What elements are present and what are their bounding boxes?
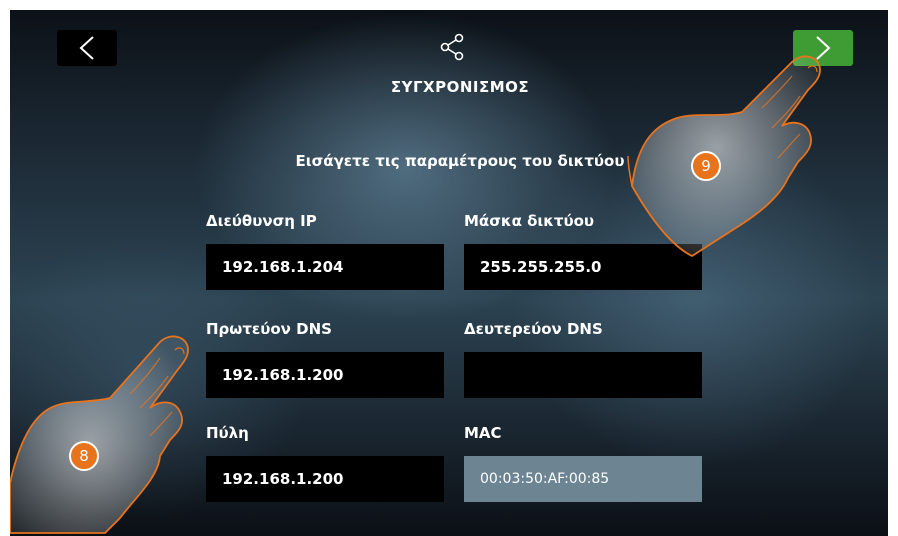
ip-label: Διεύθυνση IP bbox=[206, 212, 317, 230]
ip-address-field[interactable]: 192.168.1.204 bbox=[206, 244, 444, 290]
mac-label: MAC bbox=[464, 424, 502, 442]
secondary-dns-label: Δευτερεύον DNS bbox=[464, 320, 603, 338]
gateway-field[interactable]: 192.168.1.200 bbox=[206, 456, 444, 502]
pointing-hand-illustration bbox=[10, 335, 189, 534]
mac-field: 00:03:50:AF:00:85 bbox=[464, 456, 702, 502]
back-button[interactable] bbox=[57, 30, 117, 66]
step-9-badge: 9 bbox=[691, 151, 721, 181]
device-screen: ΣΥΓΧΡΟΝΙΣΜΟΣ Εισάγετε τις παραμέτρους το… bbox=[10, 10, 888, 536]
share-icon[interactable] bbox=[439, 32, 469, 62]
secondary-dns-field[interactable] bbox=[464, 352, 702, 398]
primary-dns-field[interactable]: 192.168.1.200 bbox=[206, 352, 444, 398]
page-title: ΣΥΓΧΡΟΝΙΣΜΟΣ bbox=[390, 78, 530, 96]
chevron-left-icon bbox=[79, 36, 94, 60]
instruction-text: Εισάγετε τις παραμέτρους του δικτύου bbox=[295, 152, 625, 170]
step-8-badge: 8 bbox=[69, 441, 99, 471]
subnet-mask-label: Μάσκα δικτύου bbox=[464, 212, 595, 230]
pointing-hand-illustration-top bbox=[627, 55, 821, 258]
